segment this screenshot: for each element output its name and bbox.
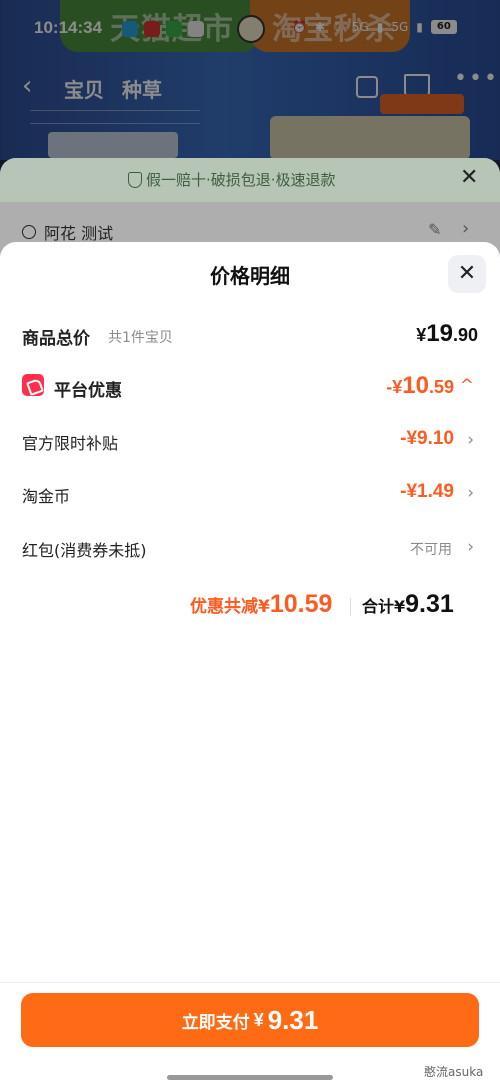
- guarantee-text: 假一赔十·破损包退·极速退款: [146, 171, 336, 189]
- coin-label: 淘金币: [22, 487, 71, 506]
- subsidy-row[interactable]: 官方限时补贴 -¥9.10 ›: [22, 426, 478, 456]
- currency-symbol: ¥: [416, 325, 427, 345]
- chevron-right-icon: ›: [467, 537, 474, 557]
- chevron-right-icon[interactable]: ›: [462, 218, 469, 239]
- red-packet-status: 不可用: [410, 542, 452, 558]
- total-discount: 优惠共减¥ 10.59: [190, 590, 332, 619]
- pay-label: 立即支付: [181, 1012, 250, 1033]
- coin-row[interactable]: 淘金币 -¥1.49 ›: [22, 479, 478, 509]
- home-indicator[interactable]: [167, 1075, 333, 1080]
- platform-discount-row[interactable]: 平台优惠 -¥10.59 ^: [22, 372, 478, 402]
- bottom-pay-bar: 立即支付 ¥ 9.31 憨流asuka: [0, 982, 500, 1089]
- amount-dec: .90: [452, 325, 478, 345]
- price-summary: 优惠共减¥ 10.59 合计¥ 9.31: [0, 590, 500, 620]
- platform-discount-label: 平台优惠: [54, 381, 122, 401]
- coin-amount: -¥1.49: [400, 481, 454, 502]
- discount-dec: .59: [428, 377, 454, 397]
- amount-int: 19: [426, 320, 453, 347]
- pay-now-button[interactable]: 立即支付 ¥ 9.31: [21, 993, 479, 1047]
- goods-count: 共1件宝贝: [108, 330, 173, 346]
- total-discount-value: 10.59: [269, 590, 333, 618]
- goods-total-label: 商品总价: [22, 329, 90, 349]
- chevron-right-icon: ›: [467, 483, 474, 503]
- subsidy-label: 官方限时补贴: [22, 434, 119, 453]
- red-packet-row[interactable]: 红包(消费券未抵) 不可用 ›: [22, 533, 478, 563]
- platform-discount-amount: -¥10.59: [386, 372, 454, 400]
- chevron-up-icon[interactable]: ^: [460, 376, 474, 396]
- close-icon[interactable]: ✕: [460, 166, 478, 190]
- grand-total-label: 合计¥: [362, 597, 406, 616]
- pay-amount: 9.31: [267, 1004, 319, 1035]
- red-packet-label: 红包(消费券未抵): [22, 541, 147, 560]
- pay-currency: ¥: [253, 1009, 264, 1030]
- total-discount-label: 优惠共减¥: [190, 597, 270, 617]
- price-detail-sheet: 价格明细 ✕ 商品总价 共1件宝贝 ¥19.90 平台优惠 -¥10.59 ^ …: [0, 242, 500, 1089]
- goods-total-row: 商品总价 共1件宝贝 ¥19.90: [22, 320, 478, 350]
- discount-prefix: -¥: [386, 377, 403, 397]
- watermark: 憨流asuka: [424, 1065, 484, 1079]
- close-button[interactable]: ✕: [448, 255, 486, 293]
- grand-total: 合计¥ 9.31: [362, 590, 454, 619]
- discount-int: 10: [402, 372, 429, 399]
- subsidy-amount: -¥9.10: [400, 428, 454, 449]
- address-row[interactable]: 阿花 测试: [22, 220, 113, 244]
- goods-total-amount: ¥19.90: [416, 320, 478, 348]
- divider: [350, 598, 351, 616]
- address-text: 阿花 测试: [44, 224, 114, 243]
- chevron-right-icon: ›: [467, 430, 474, 450]
- location-pin-icon: [22, 225, 36, 239]
- guarantee-bar: 假一赔十·破损包退·极速退款 ✕: [0, 158, 500, 202]
- close-icon: ✕: [457, 261, 477, 286]
- shield-icon: [128, 171, 142, 188]
- edit-icon[interactable]: ✎: [428, 220, 441, 239]
- grand-total-value: 9.31: [405, 590, 454, 618]
- coupon-icon: [22, 374, 44, 396]
- sheet-title: 价格明细: [210, 264, 290, 288]
